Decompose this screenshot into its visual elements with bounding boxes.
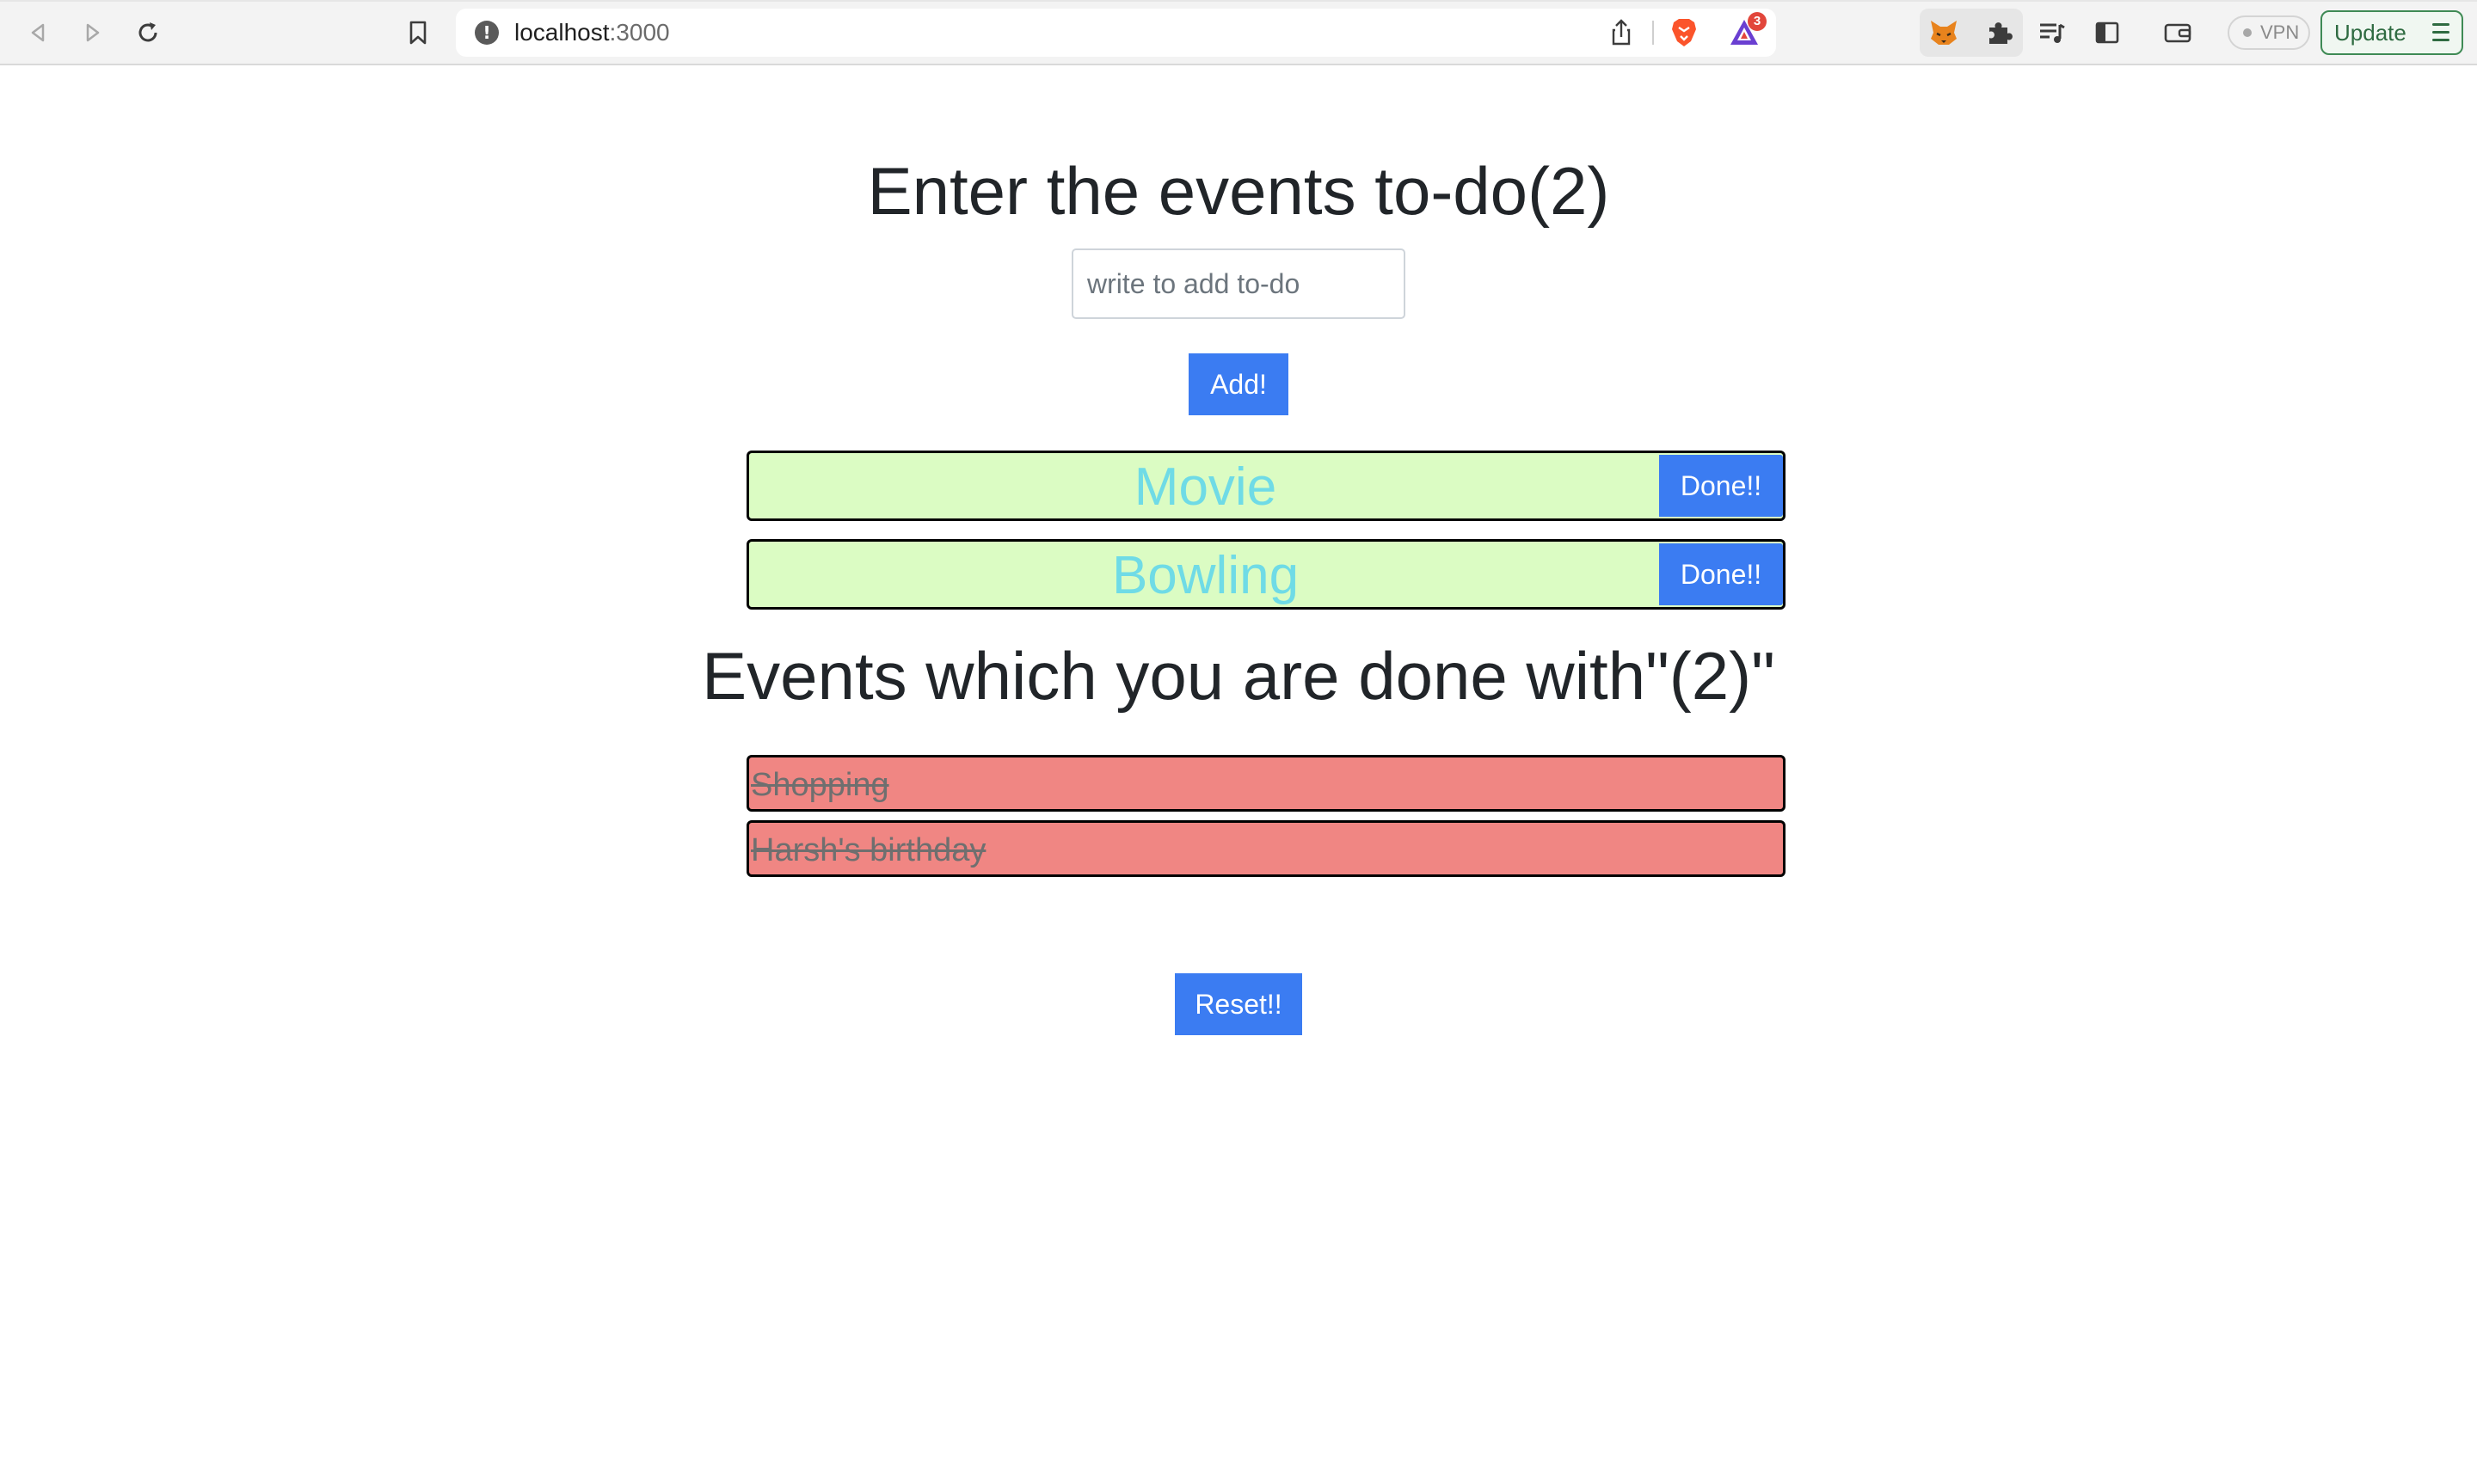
browser-toolbar: ! localhost:3000 3 VPN Update [0, 0, 2477, 65]
todo-input[interactable] [1072, 248, 1405, 319]
update-button[interactable]: Update [2320, 10, 2463, 55]
reload-icon[interactable] [131, 15, 165, 50]
update-label: Update [2334, 20, 2406, 46]
done-item-text: Shopping [751, 767, 889, 803]
add-button[interactable]: Add! [1189, 353, 1288, 415]
info-icon[interactable]: ! [475, 21, 499, 45]
done-button[interactable]: Done!! [1659, 455, 1783, 517]
reset-button[interactable]: Reset!! [1175, 973, 1302, 1035]
tab-strip-edge [0, 0, 2477, 2]
done-item: Harsh's birthday [747, 820, 1786, 877]
todo-heading: Enter the events to-do(2) [867, 153, 1610, 229]
todo-item: Bowling Done!! [747, 539, 1786, 610]
forward-arrow-icon[interactable] [76, 15, 110, 50]
todo-item-text: Bowling [1111, 546, 1300, 605]
done-heading: Events which you are done with"(2)" [702, 638, 1775, 714]
vpn-label: VPN [2260, 21, 2300, 43]
page-content: Enter the events to-do(2) Add! Movie Don… [0, 65, 2477, 1484]
brave-lion-icon[interactable] [1667, 15, 1701, 50]
done-button[interactable]: Done!! [1659, 543, 1783, 605]
url-text[interactable]: localhost:3000 [514, 9, 670, 57]
address-bar-divider [1652, 21, 1654, 45]
vpn-toggle[interactable]: VPN [2228, 15, 2310, 50]
back-arrow-icon[interactable] [21, 15, 55, 50]
url-host: localhost [514, 19, 610, 46]
url-port: :3000 [609, 19, 670, 46]
vpn-status-dot [2243, 28, 2252, 37]
share-icon[interactable] [1604, 15, 1638, 50]
fox-icon[interactable] [1927, 15, 1961, 50]
puzzle-icon[interactable] [1982, 15, 2016, 50]
hamburger-menu-icon [2432, 23, 2449, 42]
done-item: Shopping [747, 755, 1786, 812]
brave-rewards-icon[interactable]: 3 [1727, 12, 1767, 50]
todo-item-text: Movie [1134, 457, 1277, 517]
wallet-icon[interactable] [2160, 15, 2195, 50]
done-item-text: Harsh's birthday [751, 832, 986, 868]
sidebar-icon[interactable] [2090, 15, 2124, 50]
bookmark-icon[interactable] [401, 15, 435, 50]
address-bar[interactable]: ! localhost:3000 3 [456, 9, 1776, 57]
playlist-icon[interactable] [2035, 15, 2069, 50]
rewards-badge-count: 3 [1748, 12, 1767, 31]
todo-item: Movie Done!! [747, 451, 1786, 521]
